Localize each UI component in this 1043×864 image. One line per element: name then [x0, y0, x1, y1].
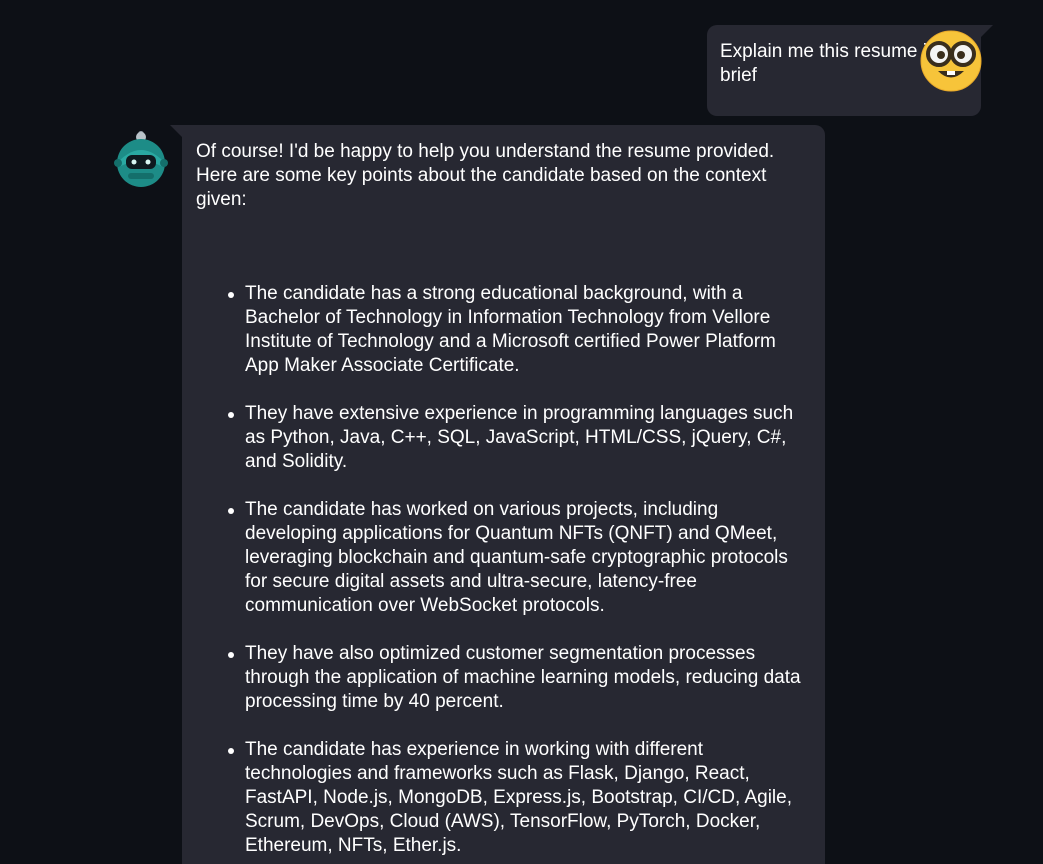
list-item: The candidate has experience in working … — [228, 738, 811, 858]
bot-message-intro: Of course! I'd be happy to help you unde… — [196, 141, 775, 210]
user-message-text: Explain me this resume in brief — [720, 41, 938, 86]
bot-key-points-list: The candidate has a strong educational b… — [196, 282, 811, 858]
list-item: The candidate has worked on various proj… — [228, 498, 811, 618]
robot-avatar-icon — [114, 131, 168, 187]
chat-window: Explain me this resume in brief Of cours… — [0, 0, 1043, 864]
nerd-face-emoji-icon — [920, 30, 982, 92]
list-item: They have extensive experience in progra… — [228, 402, 811, 474]
list-item: The candidate has a strong educational b… — [228, 282, 811, 378]
list-item: They have also optimized customer segmen… — [228, 642, 811, 714]
bot-message-bubble: Of course! I'd be happy to help you unde… — [170, 125, 825, 864]
